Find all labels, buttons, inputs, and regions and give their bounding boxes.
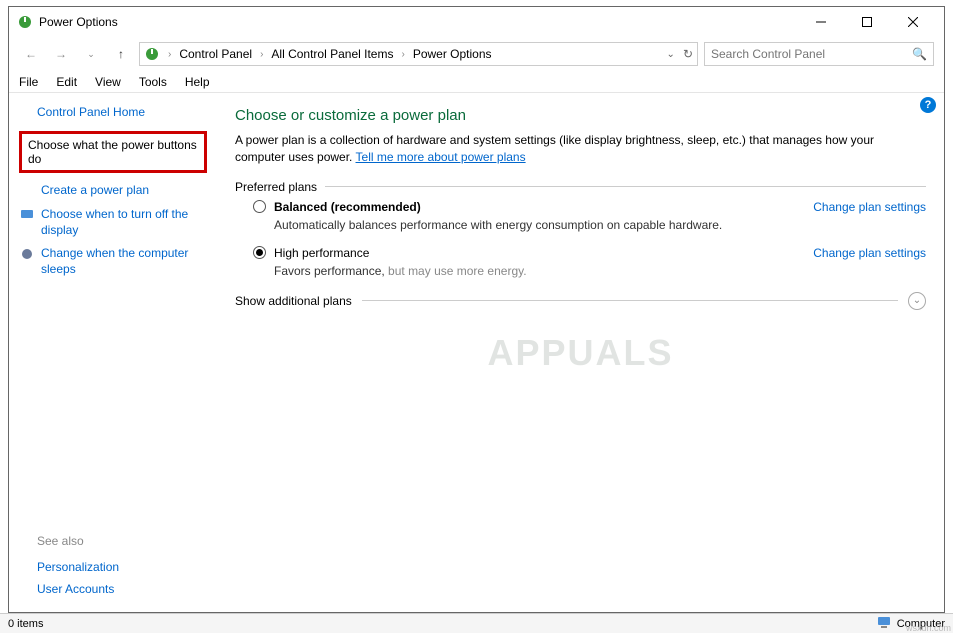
content-area: ? Control Panel Home Choose what the pow…: [9, 93, 944, 612]
menu-bar: File Edit View Tools Help: [9, 71, 944, 93]
sidebar-item[interactable]: Create a power plan: [19, 179, 207, 203]
minimize-button[interactable]: [798, 8, 844, 36]
sidebar-link[interactable]: Choose when to turn off the display: [41, 207, 207, 238]
sidebar-item[interactable]: Change when the computer sleeps: [19, 242, 207, 281]
close-button[interactable]: [890, 8, 936, 36]
sidebar-item[interactable]: Choose when to turn off the display: [19, 203, 207, 242]
learn-more-link[interactable]: Tell me more about power plans: [356, 150, 526, 164]
menu-file[interactable]: File: [19, 75, 38, 89]
menu-help[interactable]: Help: [185, 75, 210, 89]
power-options-icon: [17, 14, 33, 30]
search-icon[interactable]: 🔍: [912, 47, 927, 61]
radio-button[interactable]: [253, 200, 266, 213]
display-icon: [19, 207, 35, 223]
plan-balanced: Balanced (recommended) Change plan setti…: [253, 200, 926, 232]
plan-icon: [19, 183, 35, 199]
preferred-plans-label: Preferred plans: [235, 180, 926, 194]
see-also-section: See also Personalization User Accounts: [19, 514, 207, 600]
back-button[interactable]: ←: [19, 42, 43, 66]
status-bar: 0 items Computer: [0, 613, 953, 633]
plan-name[interactable]: Balanced (recommended): [274, 200, 421, 214]
divider: [325, 186, 926, 187]
breadcrumb-item[interactable]: Power Options: [409, 47, 496, 61]
divider: [362, 300, 898, 301]
navigation-bar: ← → ⌄ ↑ › Control Panel › All Control Pa…: [9, 37, 944, 71]
sleep-icon: [19, 246, 35, 262]
chevron-right-icon[interactable]: ›: [166, 49, 173, 60]
status-item-count: 0 items: [8, 618, 43, 630]
computer-icon: [877, 616, 891, 631]
window-controls: [798, 8, 936, 36]
change-plan-link[interactable]: Change plan settings: [813, 246, 926, 260]
menu-view[interactable]: View: [95, 75, 121, 89]
plan-high-performance: High performance Change plan settings Fa…: [253, 246, 926, 278]
main-panel: Choose or customize a power plan A power…: [217, 93, 944, 612]
plan-description: Favors performance, but may use more ene…: [274, 264, 926, 278]
show-additional-plans[interactable]: Show additional plans ⌄: [235, 292, 926, 310]
page-heading: Choose or customize a power plan: [235, 107, 926, 124]
search-input[interactable]: [711, 47, 912, 61]
up-button[interactable]: ↑: [109, 42, 133, 66]
titlebar: Power Options: [9, 7, 944, 37]
window: Power Options ← → ⌄ ↑ › Control Panel › …: [8, 6, 945, 613]
plan-description: Automatically balances performance with …: [274, 218, 926, 232]
watermark: APPUALS: [487, 332, 673, 374]
address-bar[interactable]: › Control Panel › All Control Panel Item…: [139, 42, 698, 66]
maximize-button[interactable]: [844, 8, 890, 36]
breadcrumb-item[interactable]: Control Panel: [175, 47, 256, 61]
power-options-icon: [144, 46, 160, 62]
chevron-down-icon[interactable]: ⌄: [908, 292, 926, 310]
sidebar-link[interactable]: Change when the computer sleeps: [41, 246, 207, 277]
page-description: A power plan is a collection of hardware…: [235, 132, 926, 166]
plan-name[interactable]: High performance: [274, 246, 369, 260]
show-more-label: Show additional plans: [235, 294, 352, 308]
dropdown-icon[interactable]: ⌄: [667, 49, 675, 60]
window-title: Power Options: [39, 15, 798, 29]
sidebar-link[interactable]: Choose what the power buttons do: [28, 138, 197, 166]
breadcrumb-item[interactable]: All Control Panel Items: [267, 47, 397, 61]
recent-dropdown[interactable]: ⌄: [79, 42, 103, 66]
chevron-right-icon[interactable]: ›: [258, 49, 265, 60]
attribution: wsxdn.com: [906, 623, 951, 633]
search-box[interactable]: 🔍: [704, 42, 934, 66]
radio-button[interactable]: [253, 246, 266, 259]
see-also-link[interactable]: Personalization: [19, 556, 207, 578]
chevron-right-icon[interactable]: ›: [399, 49, 406, 60]
menu-tools[interactable]: Tools: [139, 75, 167, 89]
see-also-header: See also: [19, 534, 207, 548]
refresh-button[interactable]: ↻: [683, 47, 693, 61]
forward-button[interactable]: →: [49, 42, 73, 66]
menu-edit[interactable]: Edit: [56, 75, 77, 89]
sidebar-item-highlighted[interactable]: Choose what the power buttons do: [19, 131, 207, 173]
sidebar: Control Panel Home Choose what the power…: [9, 93, 217, 612]
sidebar-link[interactable]: Create a power plan: [41, 183, 149, 199]
sidebar-home-link[interactable]: Control Panel Home: [19, 105, 207, 119]
change-plan-link[interactable]: Change plan settings: [813, 200, 926, 214]
see-also-link[interactable]: User Accounts: [19, 578, 207, 600]
